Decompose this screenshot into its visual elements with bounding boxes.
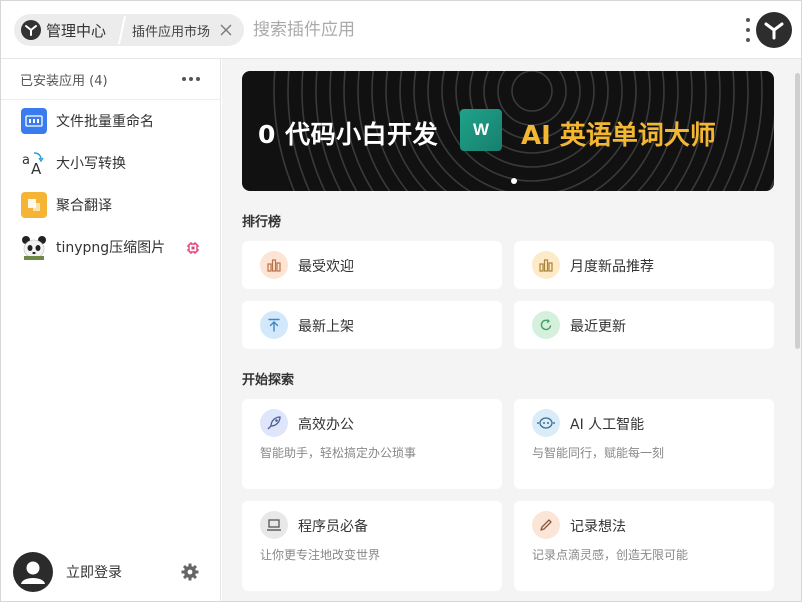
refresh-icon	[532, 311, 560, 339]
banner-right-text: AI 英语单词大师	[521, 121, 716, 151]
bar-chart-icon	[260, 251, 288, 279]
card-newest[interactable]: 最新上架	[242, 301, 502, 349]
case-convert-icon: aA	[21, 150, 47, 176]
translate-icon	[21, 192, 47, 218]
breadcrumb-separator	[118, 15, 126, 45]
promo-banner[interactable]: 0 代码小白开发 W AI 英语单词大师	[242, 71, 774, 191]
card-office[interactable]: 高效办公 智能助手，轻松搞定办公琐事	[242, 399, 502, 489]
card-programmer[interactable]: 程序员必备 让你更专注地改变世界	[242, 501, 502, 591]
card-desc: 记录点滴灵感，创造无限可能	[532, 548, 689, 562]
home-breadcrumb[interactable]: 管理中心	[14, 14, 116, 46]
sidebar-item-tinypng[interactable]: tinypng压缩图片	[1, 226, 220, 268]
card-monthly-new[interactable]: 月度新品推荐	[514, 241, 774, 289]
chip-badge-icon	[186, 240, 200, 254]
card-ai[interactable]: AI 人工智能 与智能同行，赋能每一刻	[514, 399, 774, 489]
panda-icon	[21, 234, 47, 260]
brand-logo-icon[interactable]	[756, 12, 792, 48]
upload-icon	[260, 311, 288, 339]
card-label: 记录想法	[570, 519, 626, 535]
app-window: 管理中心 插件应用市场 已安装应用 (4) 文件批量重命名	[0, 0, 802, 602]
banner-left-text: 0 代码小白开发	[258, 120, 439, 149]
card-desc: 与智能同行，赋能每一刻	[532, 446, 665, 460]
top-bar: 管理中心 插件应用市场	[1, 1, 801, 59]
more-horizontal-icon[interactable]	[182, 77, 200, 81]
sidebar-item-label: tinypng压缩图片	[56, 240, 166, 256]
ranking-title: 排行榜	[242, 215, 282, 230]
logo-letter: W	[472, 120, 490, 139]
login-link[interactable]: 立即登录	[66, 562, 122, 582]
card-desc: 让你更专注地改变世界	[260, 548, 381, 562]
more-vertical-icon[interactable]	[741, 17, 755, 43]
home-logo-icon	[21, 20, 41, 40]
breadcrumb: 管理中心 插件应用市场	[14, 14, 245, 46]
gear-icon[interactable]	[180, 562, 200, 582]
svg-text:A: A	[31, 160, 42, 176]
bar-chart-icon	[532, 251, 560, 279]
close-icon[interactable]	[218, 22, 234, 38]
card-ideas[interactable]: 记录想法 记录点滴灵感，创造无限可能	[514, 501, 774, 591]
sidebar-item-label: 文件批量重命名	[56, 114, 154, 130]
carousel-dot[interactable]	[511, 178, 517, 184]
card-label: 高效办公	[298, 417, 354, 433]
rocket-icon	[260, 409, 288, 437]
tab-plugin-market[interactable]: 插件应用市场	[128, 14, 240, 46]
sidebar-item-label: 聚合翻译	[56, 198, 112, 214]
sidebar: 已安装应用 (4) 文件批量重命名 aA 大小写转换 聚合翻译 tinypng压…	[1, 59, 221, 601]
search-input[interactable]	[253, 14, 693, 46]
pencil-icon	[532, 511, 560, 539]
card-label: AI 人工智能	[570, 417, 645, 433]
word-app-logo-icon: W	[460, 109, 502, 151]
explore-title: 开始探索	[242, 373, 295, 388]
card-label: 最受欢迎	[298, 259, 354, 275]
sidebar-item-case-convert[interactable]: aA 大小写转换	[1, 142, 220, 184]
card-desc: 智能助手，轻松搞定办公琐事	[260, 446, 417, 460]
card-label: 程序员必备	[298, 519, 368, 535]
scrollbar[interactable]	[795, 73, 800, 349]
account-footer: 立即登录	[1, 543, 220, 601]
avatar[interactable]	[13, 552, 53, 592]
card-recently-updated[interactable]: 最近更新	[514, 301, 774, 349]
installed-apps-header: 已安装应用 (4)	[1, 59, 220, 100]
main-content: 0 代码小白开发 W AI 英语单词大师 排行榜 最受欢迎 月度新品推荐 最新上	[222, 59, 801, 601]
card-label: 最近更新	[570, 319, 626, 335]
robot-icon	[532, 409, 560, 437]
sidebar-item-file-rename[interactable]: 文件批量重命名	[1, 100, 220, 142]
tab-label: 插件应用市场	[132, 24, 211, 40]
home-label: 管理中心	[46, 21, 107, 40]
card-label: 月度新品推荐	[570, 259, 654, 275]
card-label: 最新上架	[298, 319, 354, 335]
svg-text:a: a	[22, 153, 30, 168]
laptop-icon	[260, 511, 288, 539]
file-rename-icon	[21, 108, 47, 134]
sidebar-item-translate[interactable]: 聚合翻译	[1, 184, 220, 226]
installed-apps-title: 已安装应用 (4)	[20, 73, 108, 89]
card-most-popular[interactable]: 最受欢迎	[242, 241, 502, 289]
sidebar-item-label: 大小写转换	[56, 156, 126, 172]
